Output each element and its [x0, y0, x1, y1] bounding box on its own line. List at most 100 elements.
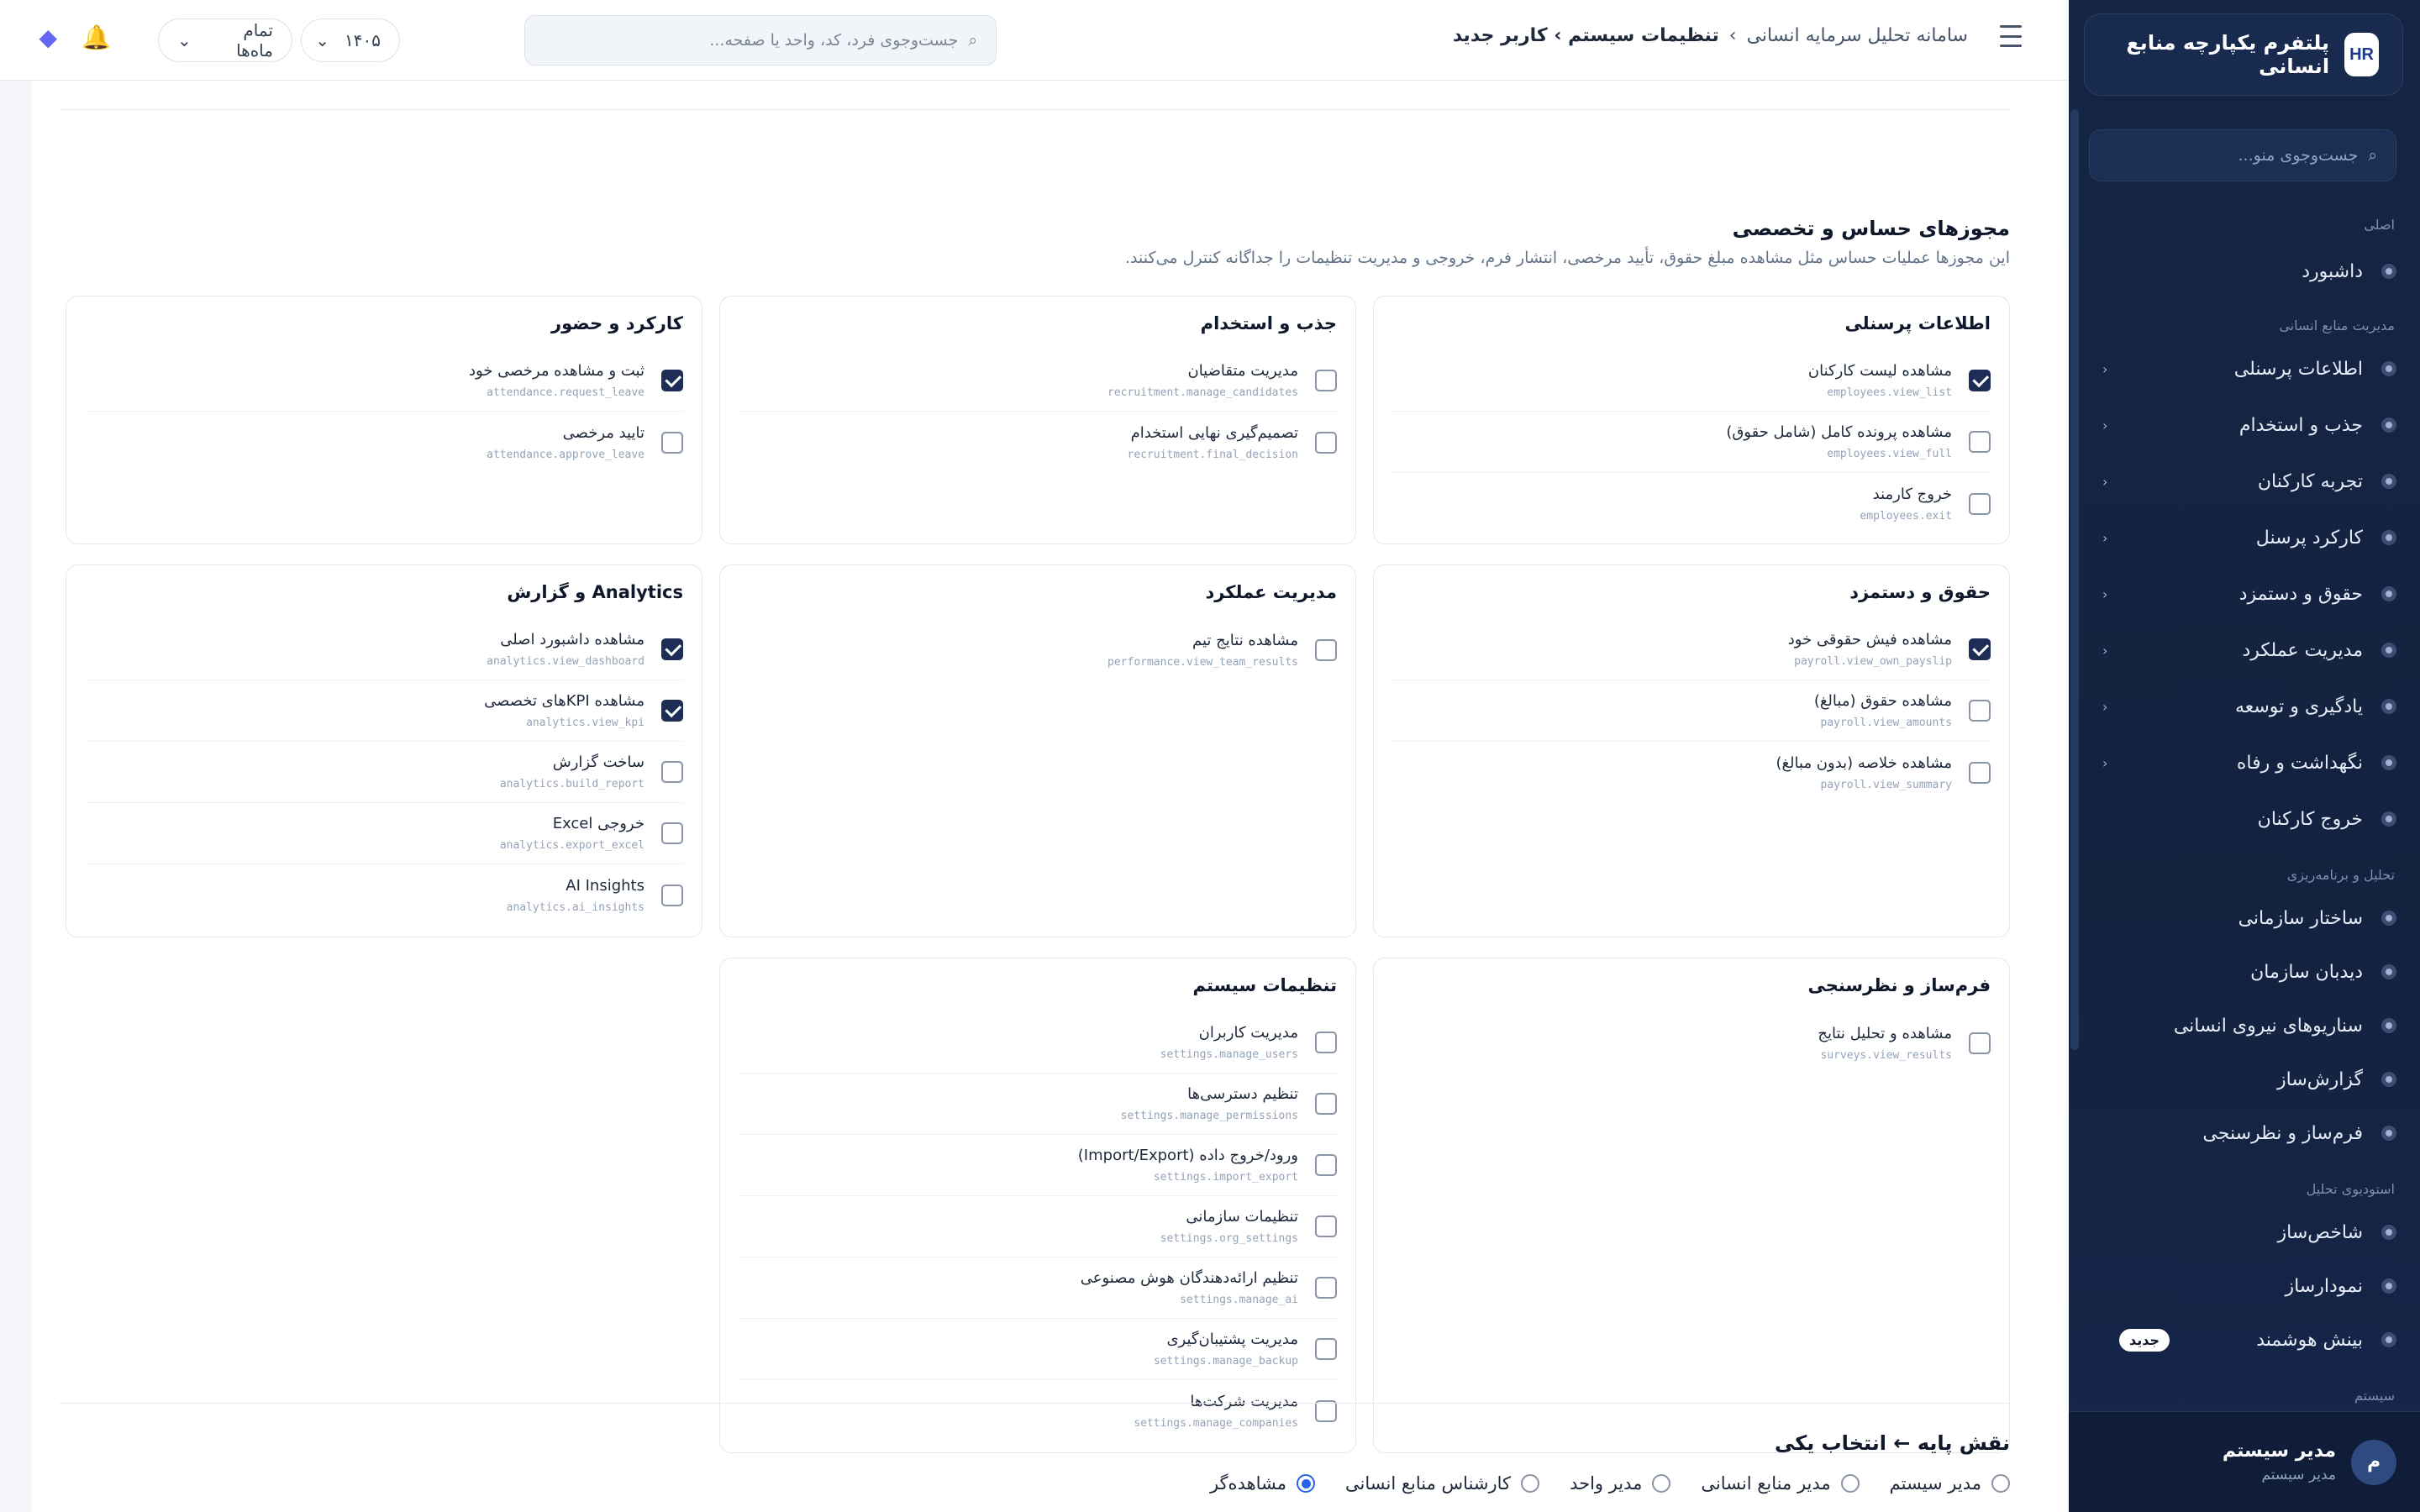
permission-row[interactable]: تایید مرخصی attendance.approve_leave	[85, 412, 683, 473]
radio-button[interactable]	[1652, 1474, 1671, 1493]
permission-row[interactable]: مدیریت شرکت‌ها settings.manage_companies	[739, 1380, 1337, 1441]
permission-checkbox[interactable]	[1315, 1032, 1337, 1053]
permission-text: خروجی Excel analytics.export_excel	[500, 815, 644, 852]
radio-button[interactable]	[1521, 1474, 1540, 1493]
sidebar-item-label: فرم‌ساز و نظرسنجی	[2202, 1122, 2363, 1144]
sidebar-search-input[interactable]: ⌕ جست‌وجوی منو...	[2089, 129, 2396, 181]
year-select[interactable]: ۱۴۰۵ ⌄	[301, 18, 400, 62]
permission-checkbox[interactable]	[661, 761, 683, 783]
sidebar-item-label: کارکرد پرسنل	[2255, 527, 2363, 549]
global-search-input[interactable]: ⌕ جست‌وجوی فرد، کد، واحد یا صفحه...	[524, 15, 997, 66]
permission-row[interactable]: مشاهده لیست کارکنان employees.view_list	[1392, 350, 1991, 412]
permission-checkbox[interactable]	[661, 884, 683, 906]
sidebar-item-orgview[interactable]: دیدبان سازمان	[2094, 951, 2396, 993]
sidebar-item-forms[interactable]: فرم‌ساز و نظرسنجی	[2094, 1112, 2396, 1154]
permission-row[interactable]: مدیریت کاربران settings.manage_users	[739, 1012, 1337, 1074]
permission-checkbox[interactable]	[1969, 1032, 1991, 1054]
radio-button[interactable]	[1297, 1474, 1316, 1493]
permission-row[interactable]: ساخت گزارش analytics.build_report	[85, 742, 683, 803]
permission-checkbox[interactable]	[1315, 1277, 1337, 1299]
permission-row[interactable]: ثبت و مشاهده مرخصی خود attendance.request…	[85, 350, 683, 412]
permission-checkbox[interactable]	[661, 700, 683, 722]
menu-toggle-icon[interactable]	[2000, 25, 2022, 47]
permission-row[interactable]: مشاهده پرونده کامل (شامل حقوق) employees.…	[1392, 412, 1991, 473]
permission-checkbox[interactable]	[1969, 492, 1991, 515]
sidebar-item-experience[interactable]: تجربه کارکنان ‹	[2094, 460, 2396, 502]
permission-label: تنظیم ارائه‌دهندگان هوش مصنوعی	[1080, 1269, 1298, 1287]
permission-list: مدیریت کاربران settings.manage_users تنظیم…	[739, 1012, 1337, 1441]
permission-checkbox[interactable]	[1315, 370, 1337, 391]
moon-icon[interactable]: ☾	[0, 24, 3, 51]
role-radio-option[interactable]: مدیر سیستم	[1890, 1473, 2010, 1494]
role-radio-option[interactable]: کارشناس منابع انسانی	[1345, 1473, 1540, 1494]
sidebar-item-learning[interactable]: یادگیری و توسعه ‹	[2094, 685, 2396, 727]
permission-checkbox[interactable]	[1969, 700, 1991, 722]
permission-row[interactable]: مشاهده حقوق (مبالغ) payroll.view_amounts	[1392, 680, 1991, 742]
sidebar-item-reports[interactable]: گزارش‌ساز	[2094, 1058, 2396, 1100]
sidebar-item-recruitment[interactable]: جذب و استخدام ‹	[2094, 404, 2396, 446]
bullet-icon	[2381, 964, 2396, 979]
sidebar-item-insight[interactable]: بینش هوشمند جدید	[2094, 1319, 2396, 1361]
ai-icon[interactable]: ◆	[39, 24, 57, 51]
breadcrumb-root[interactable]: سامانه تحلیل سرمایه انسانی	[1747, 25, 1968, 46]
bullet-icon	[2381, 530, 2396, 545]
permission-checkbox[interactable]	[1969, 370, 1991, 391]
permission-checkbox[interactable]	[1315, 1093, 1337, 1115]
permission-checkbox[interactable]	[1969, 761, 1991, 784]
permission-label: مشاهده حقوق (مبالغ)	[1813, 692, 1952, 710]
permission-checkbox[interactable]	[661, 431, 683, 454]
bullet-icon	[2381, 755, 2396, 770]
permission-row[interactable]: مشاهده فیش حقوقی خود payroll.view_own_pay…	[1392, 619, 1991, 680]
sidebar-item-attendance[interactable]: کارکرد پرسنل ‹	[2094, 517, 2396, 559]
permission-code: employees.view_list	[1827, 386, 1952, 399]
permission-row[interactable]: مشاهده داشبورد اصلی analytics.view_dashbo…	[85, 619, 683, 680]
brand[interactable]: HR پلتفرم یکپارچه منابع انسانی	[2084, 13, 2403, 96]
sidebar-item-exit[interactable]: خروج کارکنان	[2094, 798, 2396, 840]
radio-button[interactable]	[1840, 1474, 1860, 1493]
permission-code: surveys.view_results	[1820, 1048, 1952, 1062]
radio-button[interactable]	[1991, 1474, 2010, 1493]
sidebar-scrollbar[interactable]	[2070, 109, 2079, 1050]
sidebar-item-performance[interactable]: مدیریت عملکرد ‹	[2094, 629, 2396, 671]
permission-checkbox[interactable]	[661, 370, 683, 391]
user-profile[interactable]: م مدیر سیستم مدیر سیستم	[2069, 1411, 2420, 1512]
permission-checkbox[interactable]	[1969, 431, 1991, 453]
permission-checkbox[interactable]	[661, 822, 683, 844]
permission-checkbox[interactable]	[1315, 431, 1337, 454]
sidebar-item-kpi[interactable]: شاخص‌ساز	[2094, 1211, 2396, 1253]
sidebar-item-payroll[interactable]: حقوق و دستمزد ‹	[2094, 573, 2396, 615]
period-select[interactable]: تمام ماه‌ها ⌄	[158, 18, 292, 62]
permission-checkbox[interactable]	[661, 638, 683, 660]
role-radio-option[interactable]: مدیر منابع انسانی	[1701, 1473, 1860, 1494]
sidebar-item-org[interactable]: ساختار سازمانی	[2094, 897, 2396, 939]
permission-row[interactable]: خروجی Excel analytics.export_excel	[85, 803, 683, 864]
permission-row[interactable]: مشاهده خلاصه (بدون مبالغ) payroll.view_su…	[1392, 742, 1991, 803]
permission-row[interactable]: مشاهده KPIهای تخصصی analytics.view_kpi	[85, 680, 683, 742]
bell-icon[interactable]: 🔔	[82, 24, 111, 51]
permission-row[interactable]: مشاهده نتایج تیم performance.view_team_re…	[739, 619, 1337, 680]
role-radio-option[interactable]: مشاهده‌گر	[1210, 1473, 1316, 1494]
permission-checkbox[interactable]	[1315, 1215, 1337, 1237]
permission-row[interactable]: تنظیمات سازمانی settings.org_settings	[739, 1196, 1337, 1257]
permission-row[interactable]: خروج کارمند employees.exit	[1392, 473, 1991, 534]
sidebar-item-scenarios[interactable]: سناریوهای نیروی انسانی	[2094, 1005, 2396, 1047]
permission-row[interactable]: مدیریت متقاضیان recruitment.manage_candid…	[739, 350, 1337, 412]
card-title: فرم‌ساز و نظرسنجی	[1807, 975, 1991, 995]
permission-row[interactable]: مدیریت پشتیبان‌گیری settings.manage_backu…	[739, 1319, 1337, 1380]
permission-checkbox[interactable]	[1315, 1154, 1337, 1176]
permission-row[interactable]: AI Insights analytics.ai_insights	[85, 864, 683, 926]
sidebar-item-retention[interactable]: نگهداشت و رفاه ‹	[2094, 742, 2396, 784]
sidebar-item-personnel[interactable]: اطلاعات پرسنلی ‹	[2094, 348, 2396, 390]
permission-checkbox[interactable]	[1315, 638, 1337, 661]
permission-row[interactable]: ورود/خروج داده (Import/Export) settings.i…	[739, 1135, 1337, 1196]
sidebar-item-charts[interactable]: نمودارساز	[2094, 1265, 2396, 1307]
permission-row[interactable]: مشاهده و تحلیل نتایج surveys.view_results	[1392, 1012, 1991, 1074]
permission-checkbox[interactable]	[1315, 1338, 1337, 1360]
permission-code: analytics.ai_insights	[506, 900, 644, 914]
permission-row[interactable]: تنظیم دسترسی‌ها settings.manage_permissio…	[739, 1074, 1337, 1135]
permission-row[interactable]: تصمیم‌گیری نهایی استخدام recruitment.fina…	[739, 412, 1337, 473]
permission-row[interactable]: تنظیم ارائه‌دهندگان هوش مصنوعی settings.m…	[739, 1257, 1337, 1319]
sidebar-item-dashboard[interactable]: داشبورد	[2094, 250, 2396, 292]
permission-checkbox[interactable]	[1969, 638, 1991, 660]
role-radio-option[interactable]: مدیر واحد	[1570, 1473, 1671, 1494]
